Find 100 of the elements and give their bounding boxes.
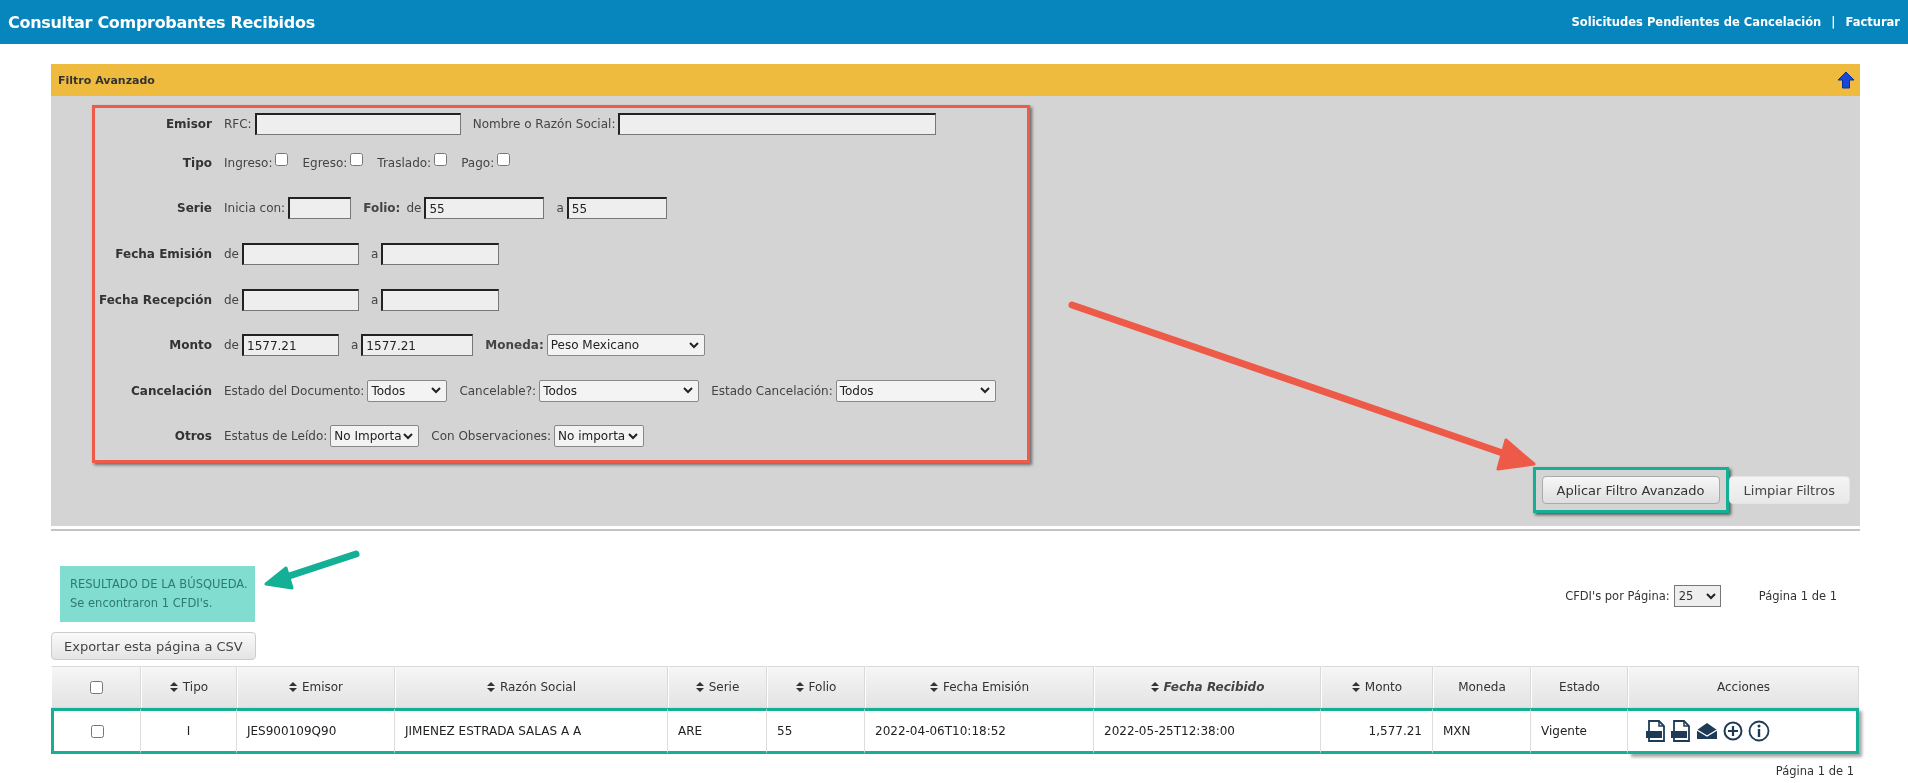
input-field[interactable] [242, 243, 359, 265]
column-header[interactable]: Emisor [237, 666, 395, 708]
field-label: Egreso: [302, 155, 348, 170]
field-label: Fecha Emisión [114, 247, 212, 261]
table-cell: 1,577.21 [1321, 708, 1433, 754]
info-icon[interactable] [1748, 720, 1770, 742]
export-csv-button[interactable]: Exportar esta página a CSV [51, 632, 256, 660]
table-cell: JES900109Q90 [237, 708, 395, 754]
file-icon[interactable] [1646, 720, 1666, 742]
field-label: Monto [168, 338, 212, 353]
field-label: Traslado: [377, 155, 432, 170]
field-label: Estado del Documento: [224, 383, 365, 398]
checkbox[interactable] [497, 153, 511, 167]
input-field[interactable] [254, 113, 461, 135]
sort-icon [1351, 682, 1360, 692]
field-label: a [351, 338, 359, 353]
input-field[interactable] [242, 288, 359, 311]
field-label: Cancelación [130, 383, 212, 398]
field-label: Inicia con: [224, 201, 286, 216]
dropdown[interactable]: No Importa [330, 425, 420, 448]
input-field[interactable]: 55 [424, 197, 545, 220]
column-header: Moneda [1433, 666, 1531, 708]
apply-filter-button[interactable]: Aplicar Filtro Avanzado [1541, 476, 1720, 504]
input-field[interactable] [381, 243, 500, 265]
row-checkbox[interactable] [91, 724, 104, 738]
page-title: Consultar Comprobantes Recibidos [8, 12, 315, 32]
file-icon[interactable] [1671, 720, 1691, 742]
sort-icon [1150, 682, 1159, 692]
add-icon[interactable] [1723, 721, 1743, 741]
dropdown[interactable]: Todos [835, 379, 996, 402]
table-cell: I [141, 708, 237, 754]
field-label: Otros [173, 429, 212, 444]
caret-icon [1705, 592, 1716, 600]
field-label: de [224, 292, 239, 307]
field-label: Fecha Recepción [98, 292, 212, 307]
input-field[interactable]: 55 [566, 197, 667, 220]
field-label: a [371, 292, 379, 307]
field-label: Estatus de Leído: [224, 429, 328, 444]
per-page-label: CFDI's por Página: [1565, 589, 1670, 603]
dropdown[interactable]: Peso Mexicano [546, 334, 705, 357]
caret-icon [403, 432, 414, 440]
select-all-checkbox[interactable] [90, 680, 103, 694]
field-label: Serie [176, 201, 212, 216]
sort-icon [695, 682, 704, 692]
sort-icon [929, 682, 938, 692]
sort-icon [486, 682, 495, 692]
column-header: Estado [1531, 666, 1628, 708]
input-field[interactable] [618, 113, 937, 135]
field-label: Con Observaciones: [431, 429, 552, 444]
envelope-icon[interactable] [1696, 722, 1718, 740]
field-label: Pago: [461, 155, 495, 170]
field-label: de [224, 338, 239, 353]
checkbox[interactable] [434, 153, 448, 167]
field-label: de [406, 201, 422, 216]
column-header: Acciones [1628, 666, 1859, 708]
field-label: Folio: [363, 201, 401, 216]
input-field[interactable]: 1577.21 [361, 334, 474, 357]
field-label: Moneda: [485, 338, 544, 353]
sort-icon [795, 682, 804, 692]
table-cell: MXN [1433, 708, 1531, 754]
column-header[interactable]: Fecha Recibido [1094, 666, 1321, 708]
table-cell: 55 [767, 708, 865, 754]
section-title: Filtro Avanzado [58, 73, 155, 87]
caret-icon [628, 432, 639, 440]
nav-link[interactable]: Facturar [1845, 15, 1900, 29]
table-cell: 2022-04-06T10:18:52 [865, 708, 1094, 754]
column-header[interactable]: Monto [1321, 666, 1433, 708]
column-header[interactable]: Serie [668, 666, 767, 708]
field-label: Cancelable?: [459, 383, 537, 398]
table-cell: Vigente [1531, 708, 1628, 754]
field-label: a [556, 201, 564, 216]
input-field[interactable]: 1577.21 [242, 334, 339, 357]
input-field[interactable] [288, 197, 352, 220]
column-header[interactable]: Fecha Emisión [865, 666, 1094, 708]
table-cell: ARE [668, 708, 767, 754]
up-arrow-icon[interactable] [1837, 71, 1855, 89]
per-page-dropdown[interactable]: 25 [1673, 585, 1721, 607]
field-label: Ingreso: [224, 155, 273, 170]
dropdown[interactable]: Todos [367, 379, 448, 402]
sort-icon [288, 682, 297, 692]
checkbox[interactable] [275, 153, 289, 167]
caret-icon [688, 341, 699, 349]
field-label: a [371, 247, 379, 261]
column-header[interactable]: Tipo [141, 666, 237, 708]
clear-filters-button[interactable]: Limpiar Filtros [1728, 476, 1850, 504]
column-header[interactable]: Razón Social [395, 666, 668, 708]
column-header[interactable]: Folio [767, 666, 865, 708]
dropdown[interactable]: Todos [539, 379, 700, 402]
caret-icon [979, 387, 990, 395]
dropdown[interactable]: No importa [554, 425, 645, 448]
nav-link[interactable]: Solicitudes Pendientes de Cancelación [1571, 15, 1822, 29]
sort-icon [169, 682, 178, 692]
field-label: RFC: [224, 117, 252, 131]
field-label: Estado Cancelación: [711, 383, 833, 398]
input-field[interactable] [381, 288, 500, 311]
caret-icon [683, 387, 694, 395]
page-indicator: Página 1 de 1 [1758, 589, 1837, 603]
field-label: Emisor [164, 117, 212, 131]
field-label: Nombre o Razón Social: [472, 117, 616, 131]
checkbox[interactable] [350, 153, 364, 167]
